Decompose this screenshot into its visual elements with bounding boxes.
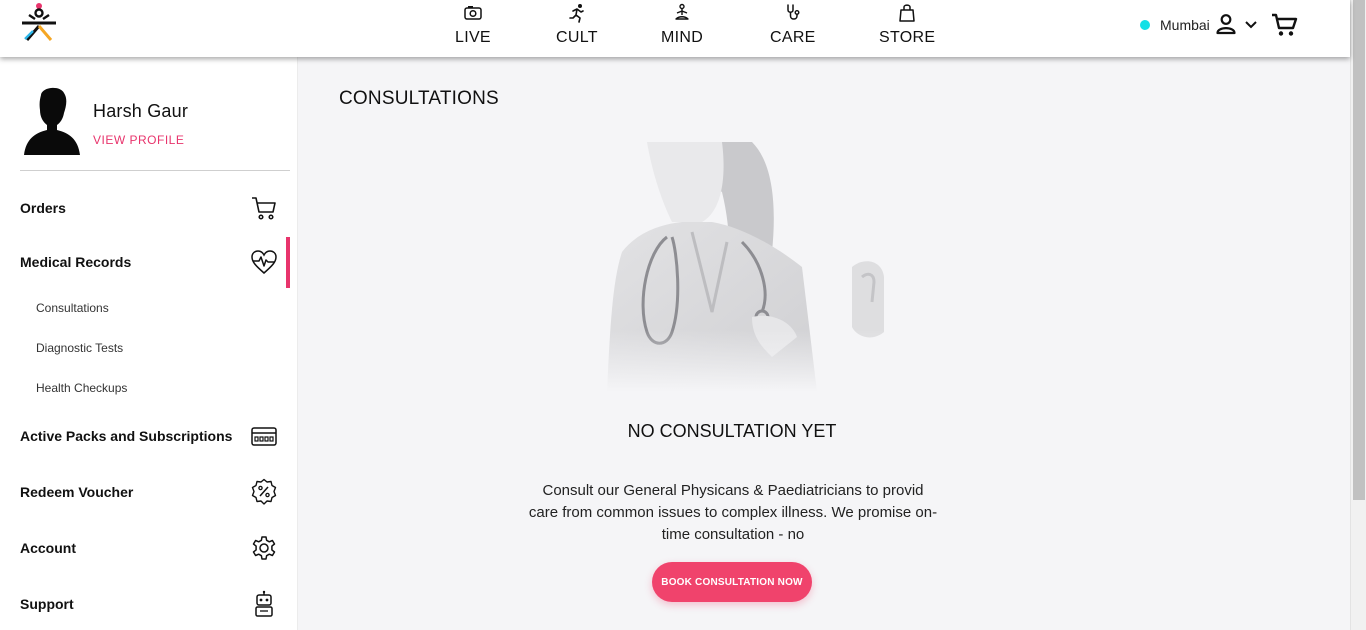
account-sidebar: Harsh Gaur VIEW PROFILE Orders Medical R… <box>0 57 298 630</box>
user-icon <box>1216 14 1236 35</box>
cart-icon[interactable] <box>1271 12 1299 38</box>
city-status-dot <box>1140 20 1150 30</box>
city-label: Mumbai <box>1160 17 1210 33</box>
nav-store[interactable]: STORE <box>879 3 935 47</box>
voucher-percent-icon <box>251 478 277 505</box>
view-profile-link[interactable]: VIEW PROFILE <box>93 133 184 147</box>
sidebar-item-orders[interactable]: Orders <box>20 188 278 228</box>
nav-mind-label: MIND <box>661 29 704 46</box>
sidebar-item-label: Account <box>20 540 76 556</box>
stethoscope-icon <box>787 4 800 20</box>
page-title: CONSULTATIONS <box>339 88 499 109</box>
nav-store-label: STORE <box>879 29 936 46</box>
empty-state-description: Consult our General Physicans & Paediatr… <box>528 482 938 543</box>
sidebar-item-label: Support <box>20 596 74 612</box>
sidebar-item-label: Medical Records <box>20 254 132 270</box>
nav-cult[interactable]: CULT <box>556 3 598 47</box>
sidebar-item-support[interactable]: Support <box>20 584 278 624</box>
chevron-down-icon <box>1245 21 1257 29</box>
sidebar-item-label: Active Packs and Subscriptions <box>20 428 233 444</box>
robot-icon <box>255 590 273 617</box>
gear-icon <box>252 536 276 560</box>
running-icon <box>569 4 584 23</box>
card-icon <box>251 427 277 446</box>
scrollbar-thumb[interactable] <box>1353 0 1365 500</box>
main-content: CONSULTATIONS NO CONSULTATION YET Consul… <box>299 57 1350 630</box>
nav-care-label: CARE <box>770 29 816 46</box>
nav-live[interactable]: LIVE <box>455 3 491 47</box>
sidebar-item-active-packs[interactable]: Active Packs and Subscriptions <box>20 416 278 456</box>
city-selector[interactable]: Mumbai <box>1140 17 1210 33</box>
sidebar-subitem-consultations[interactable]: Consultations <box>36 301 109 315</box>
sidebar-item-label: Redeem Voucher <box>20 484 134 500</box>
nav-care[interactable]: CARE <box>770 3 816 47</box>
profile-name: Harsh Gaur <box>93 101 189 121</box>
sidebar-item-label: Orders <box>20 200 66 216</box>
avatar <box>24 87 80 155</box>
active-item-indicator <box>286 237 290 288</box>
nav-live-label: LIVE <box>455 29 491 46</box>
profile-card: Harsh Gaur VIEW PROFILE <box>20 85 290 171</box>
book-consultation-button[interactable]: BOOK CONSULTATION NOW <box>652 562 812 602</box>
nav-mind[interactable]: MIND <box>661 3 703 47</box>
meditation-icon <box>675 3 689 20</box>
sidebar-subitem-health-checkups[interactable]: Health Checkups <box>36 381 127 395</box>
nav-cult-label: CULT <box>556 29 598 46</box>
cart-icon <box>252 197 276 220</box>
sidebar-item-medical-records[interactable]: Medical Records <box>20 242 278 282</box>
page-scrollbar[interactable] <box>1350 0 1366 630</box>
doctor-illustration <box>602 142 892 392</box>
shopping-bag-icon <box>899 4 915 22</box>
live-camera-icon <box>464 6 482 20</box>
top-header: LIVE CULT MIND CARE STORE Mumbai <box>0 0 1350 57</box>
sidebar-subitem-diagnostic-tests[interactable]: Diagnostic Tests <box>36 341 123 355</box>
empty-state-title: NO CONSULTATION YET <box>627 421 837 441</box>
sidebar-item-redeem-voucher[interactable]: Redeem Voucher <box>20 472 278 512</box>
heart-pulse-icon <box>251 250 277 274</box>
user-menu[interactable] <box>1214 12 1259 36</box>
sidebar-item-account[interactable]: Account <box>20 528 278 568</box>
